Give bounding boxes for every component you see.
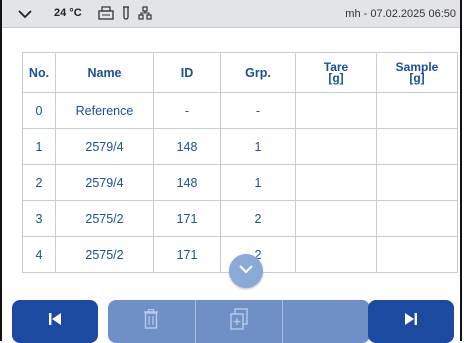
last-record-button[interactable] <box>368 300 454 343</box>
copy-icon <box>229 308 249 335</box>
header-id: ID <box>153 52 221 93</box>
header-no: No. <box>22 52 56 93</box>
cell-name: 2575/2 <box>55 200 154 237</box>
cell-grp: 1 <box>220 128 296 165</box>
cell-id: 148 <box>153 128 221 165</box>
cell-name: 2579/4 <box>55 164 154 201</box>
header-sample-unit: [g] <box>409 70 425 85</box>
skip-first-icon <box>47 311 63 332</box>
cell-name: 2579/4 <box>55 128 154 165</box>
cell-sample[interactable] <box>376 92 458 129</box>
cell-tare[interactable] <box>295 164 377 201</box>
test-tube-icon <box>122 6 130 20</box>
cell-id: - <box>153 92 221 129</box>
cell-grp: 2 <box>220 200 296 237</box>
header-name: Name <box>55 52 154 93</box>
header-tare-unit: [g] <box>328 70 344 85</box>
chevron-down-icon[interactable] <box>16 6 34 22</box>
cell-name: 2575/2 <box>55 236 154 273</box>
table-row[interactable]: 3 2575/2 171 2 <box>22 200 458 237</box>
first-record-button[interactable] <box>12 300 98 343</box>
empty-action-button[interactable] <box>282 300 370 343</box>
table-row[interactable]: 1 2579/4 148 1 <box>22 128 458 165</box>
cell-sample[interactable] <box>376 236 458 273</box>
bottom-toolbar <box>12 300 454 343</box>
cell-sample[interactable] <box>376 128 458 165</box>
user-datetime: mh - 07.02.2025 06:50 <box>345 8 456 20</box>
table-row[interactable]: 0 Reference - - <box>22 92 458 129</box>
table-header-row: No. Name ID Grp. Tare [g] Sample [g] <box>22 52 458 93</box>
cell-name: Reference <box>55 92 154 129</box>
cell-id: 171 <box>153 200 221 237</box>
cell-sample[interactable] <box>376 164 458 201</box>
cell-id: 171 <box>153 236 221 273</box>
status-bar: 24 °C mh - 07.02.2025 06:50 <box>2 0 460 28</box>
sample-table: No. Name ID Grp. Tare [g] Sample [g] 0 Ref… <box>22 52 458 273</box>
printer-icon <box>98 6 114 20</box>
chevron-down-icon <box>237 262 255 280</box>
cell-no: 4 <box>22 236 56 273</box>
cell-no: 2 <box>22 164 56 201</box>
status-icons <box>98 6 152 20</box>
cell-tare[interactable] <box>295 92 377 129</box>
cell-grp: - <box>220 92 296 129</box>
network-icon <box>138 6 152 20</box>
temperature-readout: 24 °C <box>54 7 82 19</box>
table-row[interactable]: 2 2579/4 148 1 <box>22 164 458 201</box>
cell-no: 0 <box>22 92 56 129</box>
cell-grp: 1 <box>220 164 296 201</box>
cell-tare[interactable] <box>295 128 377 165</box>
copy-button[interactable] <box>194 300 283 343</box>
skip-last-icon <box>403 311 419 332</box>
cell-id: 148 <box>153 164 221 201</box>
header-sample: Sample [g] <box>376 52 458 93</box>
header-tare: Tare [g] <box>295 52 377 93</box>
cell-sample[interactable] <box>376 200 458 237</box>
cell-tare[interactable] <box>295 236 377 273</box>
scroll-down-button[interactable] <box>229 254 263 288</box>
delete-button[interactable] <box>108 300 195 343</box>
trash-icon <box>143 308 159 334</box>
cell-no: 1 <box>22 128 56 165</box>
cell-tare[interactable] <box>295 200 377 237</box>
cell-no: 3 <box>22 200 56 237</box>
action-button-group <box>108 300 370 343</box>
header-grp: Grp. <box>220 52 296 93</box>
